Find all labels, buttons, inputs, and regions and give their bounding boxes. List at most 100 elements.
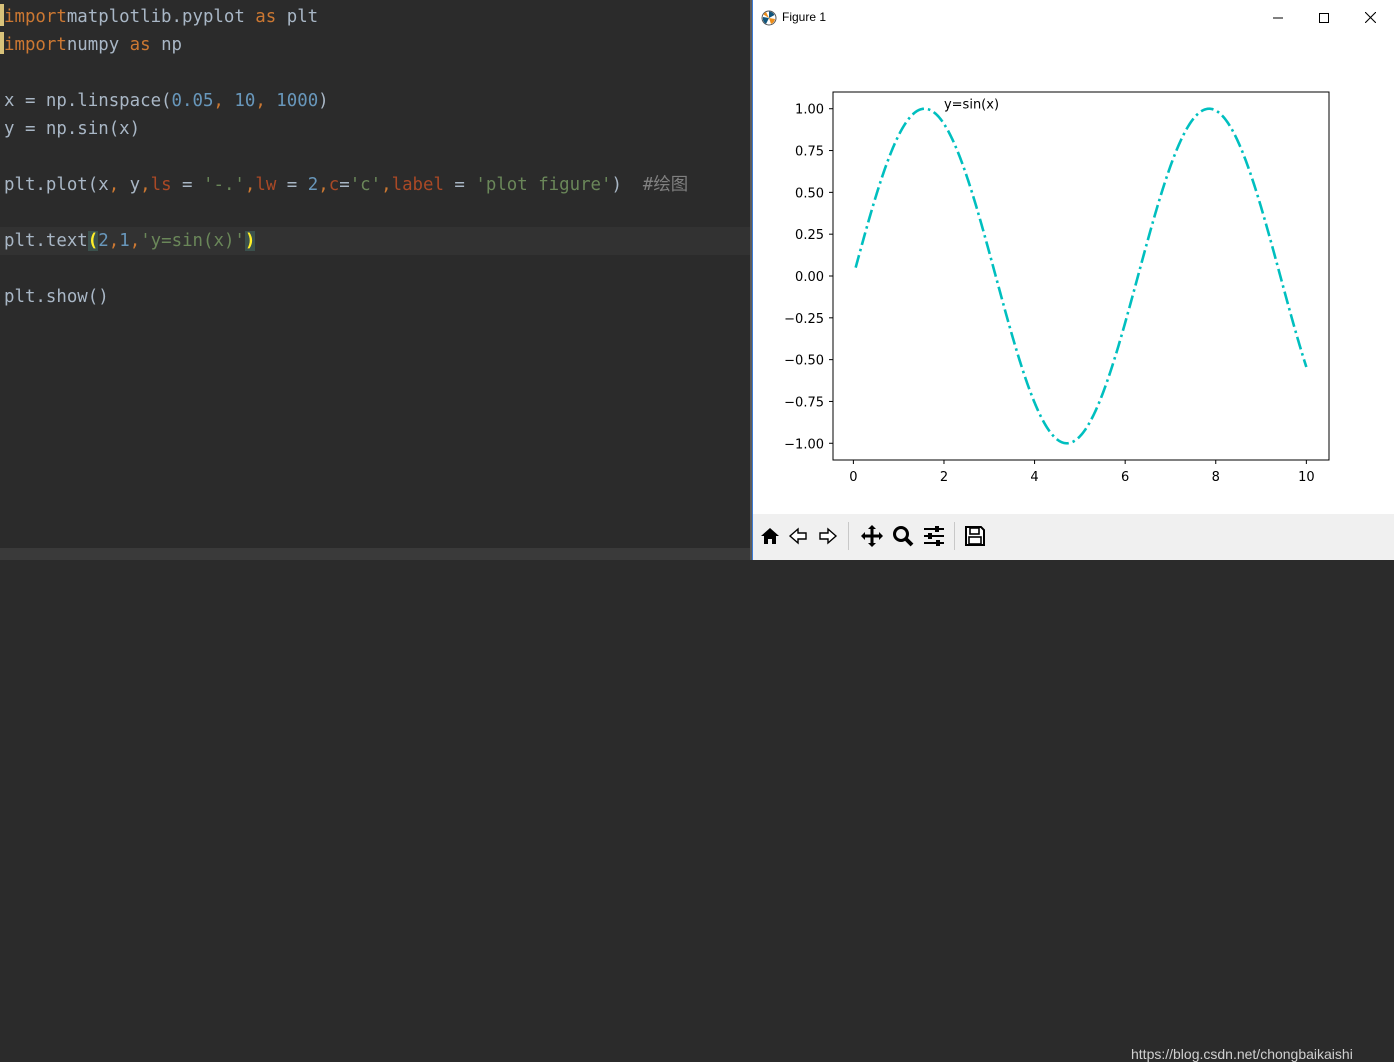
code-token: numpy xyxy=(66,35,130,55)
code-token: , xyxy=(318,175,329,195)
code-token: 2 xyxy=(98,231,109,251)
code-token: = xyxy=(443,175,476,195)
code-token: as xyxy=(129,35,151,55)
forward-icon xyxy=(819,527,838,545)
pan-icon xyxy=(861,525,883,547)
code-token: c xyxy=(328,175,340,195)
title-bar[interactable]: Figure 1 xyxy=(753,0,1394,35)
code-token: , xyxy=(255,91,277,111)
x-tick-label: 0 xyxy=(849,470,857,485)
maximize-icon xyxy=(1319,12,1329,23)
x-tick-label: 8 xyxy=(1212,470,1220,485)
code-token: plt xyxy=(276,7,319,27)
code-token: 10 xyxy=(234,91,256,111)
configure-subplots-icon xyxy=(924,526,944,546)
code-token: , xyxy=(213,91,235,111)
code-token: , xyxy=(108,231,120,251)
code-token: #绘图 xyxy=(642,175,689,195)
code-token: import xyxy=(4,35,67,55)
y-tick-label: −1.00 xyxy=(784,437,824,452)
code-token: 1 xyxy=(119,231,130,251)
code-token: label xyxy=(391,175,444,195)
forward-button[interactable] xyxy=(814,522,842,550)
home-button[interactable] xyxy=(756,522,784,550)
close-button[interactable] xyxy=(1347,0,1393,35)
home-icon xyxy=(761,528,779,544)
zoom-icon xyxy=(893,526,914,547)
minimize-button[interactable] xyxy=(1255,0,1301,35)
code-line[interactable]: plt.show() xyxy=(4,283,109,311)
code-token: matplotlib.pyplot xyxy=(66,7,256,27)
code-token: lw xyxy=(255,175,277,195)
code-line[interactable]: importnumpy as np xyxy=(4,31,182,59)
maximize-button[interactable] xyxy=(1301,0,1347,35)
code-token: , xyxy=(381,175,392,195)
code-token: ls xyxy=(150,175,172,195)
code-token: y = np.sin(x) xyxy=(4,119,141,139)
x-tick-label: 6 xyxy=(1121,470,1129,485)
window-title: Figure 1 xyxy=(782,10,827,24)
navigation-toolbar: https://blog.csdn.net/chongbaikaishi xyxy=(753,514,1394,1062)
code-token: , xyxy=(129,231,141,251)
y-tick-label: −0.25 xyxy=(784,312,824,327)
code-token: ) xyxy=(244,231,256,251)
code-line[interactable]: plt.plot(x, y,ls = '-.',lw = 2,c='c',lab… xyxy=(4,171,688,199)
y-tick-label: 0.75 xyxy=(795,145,824,160)
y-tick-label: 0.00 xyxy=(795,270,824,285)
code-token: '-.' xyxy=(203,175,245,195)
y-tick-label: −0.75 xyxy=(784,395,824,410)
code-line[interactable]: y = np.sin(x) xyxy=(4,115,140,143)
save-button[interactable] xyxy=(961,522,989,550)
code-token: plt.show() xyxy=(4,287,109,307)
watermark: https://blog.csdn.net/chongbaikaishi xyxy=(1131,1046,1353,1062)
zoom-button[interactable] xyxy=(889,522,917,550)
plot-canvas[interactable]: 0 2 4 6 8 10 1.00 0.75 0.50 0.25 0.00 −0.25 −0.50 −0.… xyxy=(753,35,1394,514)
code-token: 2 xyxy=(307,175,319,195)
x-tick-label: 4 xyxy=(1030,470,1038,485)
back-button[interactable] xyxy=(784,522,812,550)
code-line[interactable]: plt.text(2,1,'y=sin(x)') xyxy=(4,227,256,255)
code-token: np xyxy=(150,35,183,55)
x-tick-label: 2 xyxy=(940,470,948,485)
code-token: ) xyxy=(318,91,329,111)
back-icon xyxy=(788,527,807,545)
x-tick-label: 10 xyxy=(1298,470,1315,485)
code-token: = xyxy=(276,175,308,195)
code-token: , xyxy=(244,175,256,195)
y-tick-label: 0.25 xyxy=(795,228,824,243)
code-token: as xyxy=(255,7,277,27)
code-token: y xyxy=(119,175,141,195)
code-line[interactable]: x = np.linspace(0.05, 10, 1000) xyxy=(4,87,329,115)
pan-button[interactable] xyxy=(858,522,886,550)
code-token: x = np.linspace( xyxy=(4,91,172,111)
code-line[interactable]: importmatplotlib.pyplot as plt xyxy=(4,3,318,31)
code-token: 'plot figure' xyxy=(475,175,612,195)
code-token: , xyxy=(140,175,151,195)
code-token: 'y=sin(x)' xyxy=(140,231,245,251)
y-tick-label: −0.50 xyxy=(784,354,824,369)
code-token: import xyxy=(4,7,67,27)
code-token: 0.05 xyxy=(171,91,214,111)
close-icon xyxy=(1364,12,1376,23)
toolbar-separator xyxy=(848,522,849,550)
y-tick-label: 0.50 xyxy=(795,186,824,201)
matplotlib-logo-icon xyxy=(761,10,777,26)
code-token: = xyxy=(339,175,350,195)
horizontal-scrollbar[interactable] xyxy=(0,548,750,560)
save-icon xyxy=(965,526,985,546)
code-token: , xyxy=(108,175,120,195)
toolbar-separator xyxy=(954,522,955,550)
code-token: = xyxy=(171,175,203,195)
figure-window: Figure 1 0 2 4 6 8 10 1.00 0.75 0.50 0.25 0.00 −0.2… xyxy=(752,0,1394,1062)
code-token: 'c' xyxy=(349,175,382,195)
text-annotation: y=sin(x) xyxy=(944,98,999,113)
configure-subplots-button[interactable] xyxy=(920,522,948,550)
code-token: 1000 xyxy=(276,91,319,111)
minimize-icon xyxy=(1273,17,1283,18)
y-tick-label: 1.00 xyxy=(795,103,824,118)
code-token: ) xyxy=(611,175,643,195)
axes-frame xyxy=(832,91,1330,461)
code-editor[interactable]: importmatplotlib.pyplot as plt importnump… xyxy=(0,0,750,560)
code-token: ( xyxy=(87,231,99,251)
code-token: plt.text xyxy=(4,231,88,251)
